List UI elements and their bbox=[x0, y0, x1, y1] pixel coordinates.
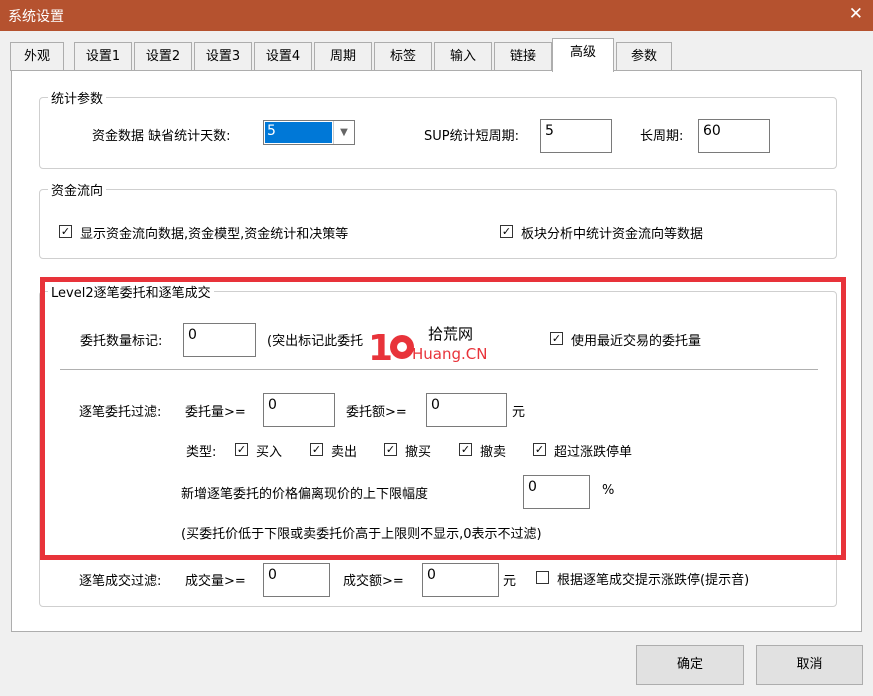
type-limit-label: 超过涨跌停单 bbox=[554, 445, 633, 460]
vol-input[interactable]: 0 bbox=[263, 563, 330, 597]
tab-period[interactable]: 周期 bbox=[314, 42, 372, 71]
tab-appearance[interactable]: 外观 bbox=[10, 42, 64, 71]
chevron-down-icon[interactable]: ▼ bbox=[333, 121, 354, 144]
show-flow-label: 显示资金流向数据,资金模型,资金统计和决策等 bbox=[80, 227, 349, 242]
amt-unit: 元 bbox=[512, 405, 526, 420]
missing-days-select[interactable]: 5 ▼ bbox=[263, 120, 355, 145]
show-flow-checkbox[interactable]: ✓ bbox=[59, 225, 72, 238]
close-icon[interactable]: ✕ bbox=[849, 4, 863, 24]
deviation-input[interactable]: 0 bbox=[523, 475, 590, 509]
deal-filter-label: 逐笔成交过滤: bbox=[79, 574, 162, 589]
watermark-line1: 拾荒网 bbox=[428, 325, 474, 343]
watermark-line2: Huang.CN bbox=[412, 345, 488, 363]
window-title: 系统设置 bbox=[8, 9, 64, 25]
qty-input[interactable]: 0 bbox=[263, 393, 335, 427]
tab-params[interactable]: 参数 bbox=[616, 42, 672, 71]
sup-label: SUP统计短周期: bbox=[424, 129, 519, 144]
tab-labels[interactable]: 标签 bbox=[374, 42, 432, 71]
vol-label: 成交量>= bbox=[185, 574, 246, 589]
stats-group-title: 统计参数 bbox=[48, 88, 107, 107]
level2-group-title: Level2逐笔委托和逐笔成交 bbox=[48, 282, 214, 301]
deal-tip-checkbox[interactable] bbox=[536, 571, 549, 584]
sector-flow-label: 板块分析中统计资金流向等数据 bbox=[521, 227, 704, 242]
tab-advanced[interactable]: 高级 bbox=[552, 38, 614, 72]
type-sell-checkbox[interactable]: ✓ bbox=[310, 443, 323, 456]
type-cancel-sell-checkbox[interactable]: ✓ bbox=[459, 443, 472, 456]
deal-amt-input[interactable]: 0 bbox=[422, 563, 499, 597]
mark-label: 委托数量标记: bbox=[80, 334, 163, 349]
long-period-input[interactable]: 60 bbox=[698, 119, 770, 153]
amt-input[interactable]: 0 bbox=[426, 393, 507, 427]
deal-amt-label: 成交额>= bbox=[343, 574, 404, 589]
ok-button[interactable]: 确定 bbox=[636, 645, 744, 685]
type-cancel-sell-label: 撤卖 bbox=[480, 445, 507, 460]
sector-flow-checkbox[interactable]: ✓ bbox=[500, 225, 513, 238]
type-buy-label: 买入 bbox=[256, 445, 283, 460]
type-buy-checkbox[interactable]: ✓ bbox=[235, 443, 248, 456]
tab-input[interactable]: 输入 bbox=[434, 42, 492, 71]
type-label: 类型: bbox=[186, 445, 217, 460]
missing-days-value: 5 bbox=[265, 122, 332, 143]
use-recent-checkbox[interactable]: ✓ bbox=[550, 332, 563, 345]
percent-unit: % bbox=[602, 483, 615, 498]
flow-group-title: 资金流向 bbox=[48, 180, 107, 199]
watermark-logo: 1 拾荒网 Huang.CN bbox=[368, 322, 508, 372]
deal-amt-unit: 元 bbox=[503, 574, 517, 589]
type-sell-label: 卖出 bbox=[331, 445, 358, 460]
type-limit-checkbox[interactable]: ✓ bbox=[533, 443, 546, 456]
tab-links[interactable]: 链接 bbox=[494, 42, 552, 71]
tab-settings4[interactable]: 设置4 bbox=[254, 42, 312, 71]
mark-input[interactable]: 0 bbox=[183, 323, 256, 357]
tab-settings2[interactable]: 设置2 bbox=[134, 42, 192, 71]
filter-label: 逐笔委托过滤: bbox=[79, 405, 162, 420]
cancel-button[interactable]: 取消 bbox=[756, 645, 863, 685]
type-cancel-buy-label: 撤买 bbox=[405, 445, 432, 460]
long-period-label: 长周期: bbox=[640, 129, 684, 144]
deal-tip-label: 根据逐笔成交提示涨跌停(提示音) bbox=[557, 573, 750, 588]
type-cancel-buy-checkbox[interactable]: ✓ bbox=[384, 443, 397, 456]
mark-hint: (突出标记此委托 bbox=[267, 334, 364, 349]
missing-days-label: 资金数据 缺省统计天数: bbox=[92, 129, 231, 144]
deviation-note: (买委托价低于下限或卖委托价高于上限则不显示,0表示不过滤) bbox=[181, 527, 542, 542]
qty-label: 委托量>= bbox=[185, 405, 246, 420]
tab-settings1[interactable]: 设置1 bbox=[74, 42, 132, 71]
svg-text:1: 1 bbox=[368, 328, 393, 369]
tab-settings3[interactable]: 设置3 bbox=[194, 42, 252, 71]
amt-label: 委托额>= bbox=[346, 405, 407, 420]
deviation-label: 新增逐笔委托的价格偏离现价的上下限幅度 bbox=[181, 487, 429, 502]
sup-input[interactable]: 5 bbox=[540, 119, 612, 153]
use-recent-label: 使用最近交易的委托量 bbox=[571, 334, 702, 349]
title-bar: 系统设置 ✕ bbox=[0, 0, 873, 31]
